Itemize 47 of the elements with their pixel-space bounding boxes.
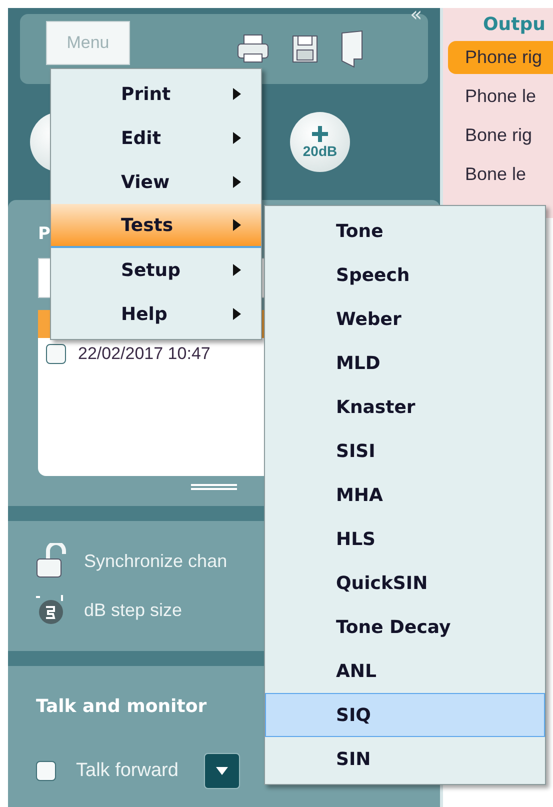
- menu-item[interactable]: Edit: [51, 116, 261, 160]
- output-option[interactable]: Phone le: [448, 80, 553, 113]
- menu-item[interactable]: SIQ: [265, 693, 545, 737]
- exit-door-icon[interactable]: [340, 29, 364, 69]
- submenu-arrow-icon: [233, 219, 241, 231]
- menu-item[interactable]: Tests: [51, 204, 261, 248]
- menu-item[interactable]: ANL: [265, 649, 545, 693]
- menu-item[interactable]: Print: [51, 72, 261, 116]
- menu-item[interactable]: Tone: [265, 209, 545, 253]
- section-title: Talk and monitor: [36, 696, 207, 717]
- menu-item[interactable]: View: [51, 160, 261, 204]
- checkbox[interactable]: [36, 761, 56, 781]
- menu-item[interactable]: HLS: [265, 517, 545, 561]
- padlock-icon[interactable]: [34, 543, 68, 579]
- submenu-arrow-icon: [233, 88, 241, 100]
- submenu-arrow-icon: [233, 264, 241, 276]
- submenu-arrow-icon: [233, 308, 241, 320]
- menu-item[interactable]: SISI: [265, 429, 545, 473]
- menu-item[interactable]: MHA: [265, 473, 545, 517]
- menu-item[interactable]: Setup: [51, 248, 261, 292]
- session-date[interactable]: 22/02/2017 10:47: [78, 344, 210, 364]
- menu-item[interactable]: MLD: [265, 341, 545, 385]
- menu-item[interactable]: QuickSIN: [265, 561, 545, 605]
- submenu-arrow-icon: [233, 132, 241, 144]
- checkbox-label: Talk forward: [76, 760, 178, 782]
- printer-icon[interactable]: [236, 34, 270, 64]
- menu-item[interactable]: Tone Decay: [265, 605, 545, 649]
- level-button[interactable]: 20dB: [290, 112, 350, 172]
- menu-item[interactable]: Weber: [265, 297, 545, 341]
- panel-title: P: [38, 224, 50, 244]
- setting-label: dB step size: [84, 600, 182, 620]
- setting-label: Synchronize chan: [84, 550, 228, 572]
- resize-grip[interactable]: [191, 484, 237, 490]
- menu-item[interactable]: Speech: [265, 253, 545, 297]
- save-icon[interactable]: [292, 35, 318, 63]
- menu-item[interactable]: SIN: [265, 737, 545, 781]
- menu-item[interactable]: Knaster: [265, 385, 545, 429]
- menu-item[interactable]: Help: [51, 292, 261, 336]
- checkbox[interactable]: [46, 344, 66, 364]
- submenu-arrow-icon: [233, 176, 241, 188]
- output-option[interactable]: Bone le: [448, 158, 553, 191]
- dropdown-button[interactable]: [204, 753, 240, 789]
- plus-icon: [311, 125, 329, 143]
- dropdown-arrow-icon: [215, 766, 230, 776]
- output-option[interactable]: Bone rig: [448, 119, 553, 152]
- panel-title: Outpu: [482, 14, 546, 35]
- output-option[interactable]: Phone rig: [448, 41, 553, 74]
